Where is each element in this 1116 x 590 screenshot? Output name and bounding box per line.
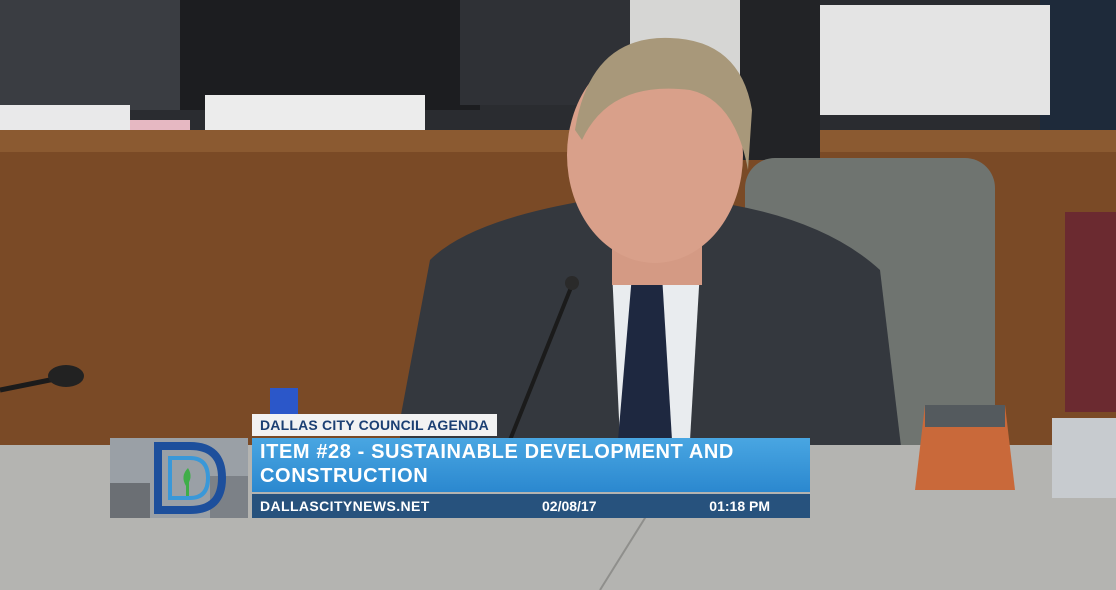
dais-top-edge [0,130,1116,152]
binder-stack-right [820,5,1050,115]
microphone-head [565,276,579,290]
video-frame: DALLAS CITY COUNCIL AGENDA ITEM #28 - SU… [0,0,1116,590]
lower-third-footer: DALLASCITYNEWS.NET 02/08/17 01:18 PM [252,494,810,518]
website-label: DALLASCITYNEWS.NET [260,498,430,514]
dallas-logo-thumbnail [110,438,248,518]
agenda-item-title: ITEM #28 - SUSTAINABLE DEVELOPMENT AND C… [260,441,734,487]
news-lower-third: DALLAS CITY COUNCIL AGENDA ITEM #28 - SU… [110,414,810,518]
red-chair [1065,212,1116,412]
agenda-item-banner: ITEM #28 - SUSTAINABLE DEVELOPMENT AND C… [252,438,810,492]
time-label: 01:18 PM [709,498,770,514]
date-label: 02/08/17 [542,498,597,514]
dallas-d-logo-icon [110,438,248,518]
agenda-header: DALLAS CITY COUNCIL AGENDA [252,414,497,436]
dark-post [740,0,820,160]
carafe-lid [925,405,1005,427]
seated-person-center [180,0,480,110]
seated-person-left [0,0,200,110]
laptop [1052,418,1116,498]
left-microphone-head [48,365,84,387]
